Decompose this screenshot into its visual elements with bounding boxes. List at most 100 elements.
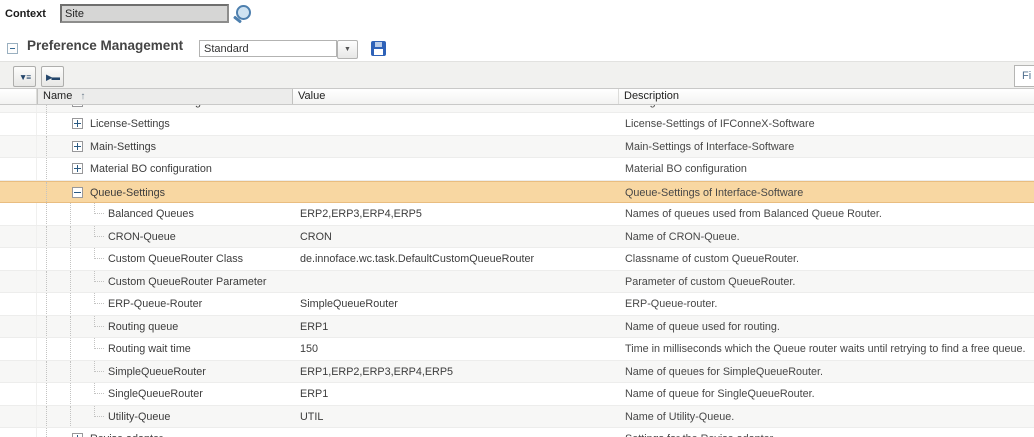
row-numberer-cell [0,383,37,406]
tree-guide [70,406,71,429]
preset-select[interactable] [199,40,337,57]
tree-elbow [94,293,104,304]
tree-guide [70,338,71,361]
row-value: SimpleQueueRouter [293,293,619,316]
tree-guide [46,271,47,294]
save-icon[interactable] [371,41,386,56]
tree-elbow [94,203,104,214]
row-numberer-cell [0,105,37,113]
row-description: Parameter of custom QueueRouter. [619,271,1034,294]
expand-icon[interactable] [72,433,83,437]
row-name: SimpleQueueRouter [108,361,206,383]
tree-guide [46,158,47,181]
table-row[interactable]: CRON-QueueCRONName of CRON-Queue. [0,226,1034,249]
row-name: Balanced Queues [108,203,194,225]
collapse-all-button[interactable]: ▶▬ [41,66,64,87]
table-row[interactable]: ERP-Queue-RouterSimpleQueueRouterERP-Que… [0,293,1034,316]
table-row[interactable]: Queue-SettingsQueue-Settings of Interfac… [0,181,1034,204]
row-name: Custom QueueRouter Parameter [108,271,266,293]
row-name: Routing wait time [108,338,191,360]
row-name: Revise adapter [90,428,163,437]
row-numberer-cell [0,113,37,136]
row-description: Name of queue for SingleQueueRouter. [619,383,1034,406]
grid-toolbar: ▼≡ ▶▬ [0,61,1034,88]
search-icon[interactable] [236,5,251,20]
tree-guide [70,203,71,226]
table-row[interactable]: Routing wait time150Time in milliseconds… [0,338,1034,361]
tree-guide [46,248,47,271]
tree-elbow [94,271,104,282]
table-row[interactable]: Revise adapter Settings for the Revise ad… [0,428,1034,437]
tree-guide [46,182,47,204]
row-description: Konfiguration of IDoc mail values [619,105,1034,113]
row-name: Utility-Queue [108,406,170,428]
row-description: Name of Utility-Queue. [619,406,1034,429]
table-row[interactable]: SingleQueueRouterERP1Name of queue for S… [0,383,1034,406]
row-name: License-Settings [90,113,170,135]
row-numberer-cell [0,293,37,316]
tree-elbow [94,361,104,372]
table-row[interactable]: License-SettingsLicense-Settings of IFCo… [0,113,1034,136]
row-value: 150 [293,338,619,361]
table-row[interactable]: Custom QueueRouter Classde.innoface.wc.t… [0,248,1034,271]
table-row[interactable]: Custom QueueRouter Parameter Parameter of… [0,271,1034,294]
expand-icon[interactable] [72,105,83,107]
row-description: Names of queues used from Balanced Queue… [619,203,1034,226]
tree-guide [46,428,47,437]
filter-rows-button[interactable]: ▼≡ [13,66,36,87]
tree-guide [70,383,71,406]
row-description: Name of queues for SimpleQueueRouter. [619,361,1034,384]
tree-guide [70,226,71,249]
table-row[interactable]: Utility-Queue UTILName of Utility-Queue. [0,406,1034,429]
tree-guide [70,293,71,316]
expand-icon[interactable] [72,118,83,129]
row-name-cell: CRON-Queue [37,226,293,249]
collapse-section-icon[interactable] [7,43,18,54]
page-title: Preference Management [27,38,183,53]
column-header-numberer [0,89,37,104]
row-description: Settings for the Revise adapter [619,428,1034,437]
row-value: UTIL [293,406,619,429]
row-value [293,158,619,181]
collapse-all-icon: ▶▬ [46,72,59,82]
table-row[interactable]: IDoc mail values configuration Konfigurat… [0,105,1034,113]
row-description: Material BO configuration [619,158,1034,181]
row-numberer-cell [0,271,37,294]
row-value: ERP1 [293,316,619,339]
row-name: IDoc mail values configuration [90,105,234,113]
row-name-cell: IDoc mail values configuration [37,105,293,113]
tree-elbow [94,406,104,417]
row-value: ERP2,ERP3,ERP4,ERP5 [293,203,619,226]
tree-guide [70,248,71,271]
chevron-down-icon[interactable]: ▼ [337,40,358,59]
expand-icon[interactable] [72,141,83,152]
column-header-name[interactable]: Name↑ [37,89,293,104]
column-header-description[interactable]: Description [619,89,1034,104]
table-row[interactable]: SimpleQueueRouterERP1,ERP2,ERP3,ERP4,ERP… [0,361,1034,384]
column-header-value[interactable]: Value [293,89,619,104]
row-name-cell: SingleQueueRouter [37,383,293,406]
row-name-cell: Routing queue [37,316,293,339]
tree-guide [46,136,47,159]
collapse-icon[interactable] [72,187,83,198]
tree-guide [46,203,47,226]
tree-guide [46,406,47,429]
row-name: Material BO configuration [90,158,212,180]
row-name-cell: SimpleQueueRouter [37,361,293,384]
row-description: Queue-Settings of Interface-Software [619,182,1034,204]
table-header: Name↑ValueDescription [0,88,1034,105]
row-value [293,271,619,294]
context-input[interactable] [60,4,229,23]
filter-list-icon: ▼≡ [19,72,30,82]
expand-icon[interactable] [72,163,83,174]
table-row[interactable]: Routing queueERP1Name of queue used for … [0,316,1034,339]
row-name: Custom QueueRouter Class [108,248,243,270]
filter-button[interactable]: Fi [1014,65,1034,87]
table-row[interactable]: Main-SettingsMain-Settings of Interface-… [0,136,1034,159]
tree-elbow [94,338,104,349]
tree-elbow [94,248,104,259]
row-description: ERP-Queue-router. [619,293,1034,316]
table-row[interactable]: Material BO configuration Material BO con… [0,158,1034,181]
row-value [293,136,619,159]
table-row[interactable]: Balanced Queues ERP2,ERP3,ERP4,ERP5Names … [0,203,1034,226]
